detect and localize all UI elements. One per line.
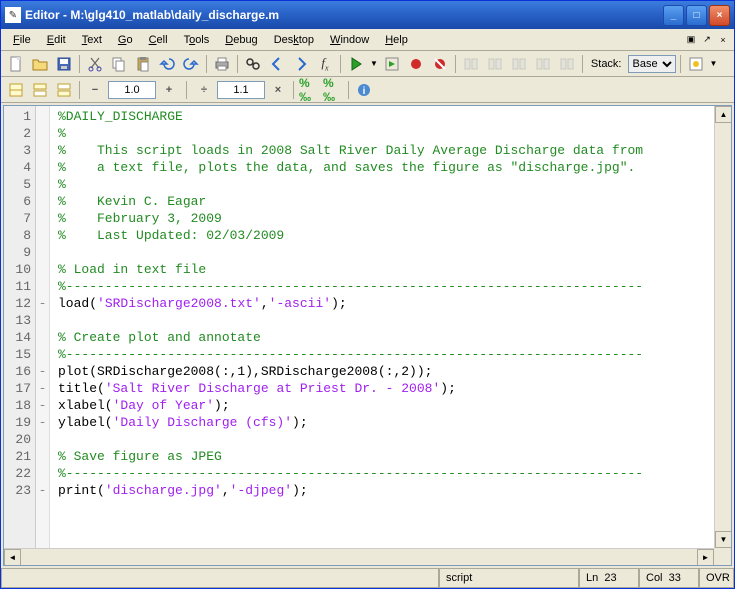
step-button[interactable] bbox=[460, 53, 482, 75]
dock-button[interactable]: ▣ bbox=[684, 33, 698, 47]
multiply-button[interactable]: × bbox=[267, 79, 289, 101]
menu-go[interactable]: Go bbox=[110, 32, 141, 48]
menu-window[interactable]: Window bbox=[322, 32, 377, 48]
save-button[interactable] bbox=[53, 53, 75, 75]
continue-button[interactable] bbox=[532, 53, 554, 75]
app-icon: ✎ bbox=[5, 7, 21, 23]
redo-button[interactable] bbox=[180, 53, 202, 75]
minimize-button[interactable]: _ bbox=[663, 5, 684, 26]
increment-value-2[interactable] bbox=[217, 81, 265, 99]
menu-file[interactable]: File bbox=[5, 32, 39, 48]
exit-debug-button[interactable] bbox=[556, 53, 578, 75]
publish-dropdown[interactable]: ▼ bbox=[709, 59, 719, 68]
scroll-left-button[interactable]: ◄ bbox=[4, 549, 21, 566]
toolbar-cell: − + ÷ × %‰ %‰ i bbox=[1, 77, 734, 103]
stack-label: Stack: bbox=[587, 58, 626, 70]
run-section-button[interactable] bbox=[381, 53, 403, 75]
editor-window: ✎ Editor - M:\glg410_matlab\daily_discha… bbox=[0, 0, 735, 589]
cut-button[interactable] bbox=[84, 53, 106, 75]
insert-break-button[interactable]: %‰ bbox=[322, 79, 344, 101]
horizontal-scrollbar[interactable]: ◄ ► bbox=[4, 548, 714, 565]
step-in-button[interactable] bbox=[484, 53, 506, 75]
cell-mode-button[interactable] bbox=[5, 79, 27, 101]
line-numbers: 1234567891011121314151617181920212223 bbox=[4, 106, 36, 565]
menu-text[interactable]: Text bbox=[74, 32, 110, 48]
insert-section-button[interactable]: %‰ bbox=[298, 79, 320, 101]
step-out-button[interactable] bbox=[508, 53, 530, 75]
find-button[interactable] bbox=[242, 53, 264, 75]
fx-button[interactable]: fx bbox=[314, 53, 336, 75]
statusbar: script Ln 23 Col 33 OVR bbox=[1, 568, 734, 588]
scroll-right-button[interactable]: ► bbox=[697, 549, 714, 566]
decrement-button[interactable]: − bbox=[84, 79, 106, 101]
status-message bbox=[1, 569, 439, 588]
editor-area: 1234567891011121314151617181920212223 - … bbox=[3, 105, 732, 566]
run-button[interactable] bbox=[345, 53, 367, 75]
menu-cell[interactable]: Cell bbox=[141, 32, 176, 48]
stack-select[interactable]: Base bbox=[628, 55, 676, 73]
svg-text:i: i bbox=[363, 86, 366, 97]
info-button[interactable]: i bbox=[353, 79, 375, 101]
scroll-corner bbox=[714, 548, 731, 565]
scroll-down-button[interactable]: ▼ bbox=[715, 531, 732, 548]
run-dropdown[interactable]: ▼ bbox=[369, 59, 379, 68]
menubar: File Edit Text Go Cell Tools Debug Deskt… bbox=[1, 29, 734, 51]
new-file-button[interactable] bbox=[5, 53, 27, 75]
clear-breakpoints-button[interactable] bbox=[429, 53, 451, 75]
eval-advance-button[interactable] bbox=[53, 79, 75, 101]
breakpoint-button[interactable] bbox=[405, 53, 427, 75]
print-button[interactable] bbox=[211, 53, 233, 75]
back-button[interactable] bbox=[266, 53, 288, 75]
toolbar-main: fx ▼ Stack: Base ▼ bbox=[1, 51, 734, 77]
increment-button[interactable]: + bbox=[158, 79, 180, 101]
status-line: Ln 23 bbox=[579, 569, 639, 588]
code-editor[interactable]: %DAILY_DISCHARGE%% This script loads in … bbox=[50, 106, 731, 565]
scroll-up-button[interactable]: ▲ bbox=[715, 106, 732, 123]
menu-tools[interactable]: Tools bbox=[176, 32, 218, 48]
divide-button[interactable]: ÷ bbox=[193, 79, 215, 101]
increment-value-1[interactable] bbox=[108, 81, 156, 99]
menu-help[interactable]: Help bbox=[377, 32, 416, 48]
undock-button[interactable]: ↗ bbox=[700, 33, 714, 47]
status-file-type: script bbox=[439, 569, 579, 588]
status-column: Col 33 bbox=[639, 569, 699, 588]
window-title: Editor - M:\glg410_matlab\daily_discharg… bbox=[25, 8, 663, 22]
paste-button[interactable] bbox=[132, 53, 154, 75]
vertical-scrollbar[interactable]: ▲ ▼ bbox=[714, 106, 731, 548]
menu-debug[interactable]: Debug bbox=[217, 32, 265, 48]
breakpoint-gutter[interactable]: - ---- - bbox=[36, 106, 50, 565]
undo-button[interactable] bbox=[156, 53, 178, 75]
close-button[interactable]: × bbox=[709, 5, 730, 26]
open-file-button[interactable] bbox=[29, 53, 51, 75]
menu-edit[interactable]: Edit bbox=[39, 32, 74, 48]
status-ovr: OVR bbox=[699, 569, 734, 588]
menu-desktop[interactable]: Desktop bbox=[266, 32, 322, 48]
close-doc-button[interactable]: × bbox=[716, 33, 730, 47]
publish-button[interactable] bbox=[685, 53, 707, 75]
eval-cell-button[interactable] bbox=[29, 79, 51, 101]
forward-button[interactable] bbox=[290, 53, 312, 75]
copy-button[interactable] bbox=[108, 53, 130, 75]
titlebar[interactable]: ✎ Editor - M:\glg410_matlab\daily_discha… bbox=[1, 1, 734, 29]
maximize-button[interactable]: □ bbox=[686, 5, 707, 26]
